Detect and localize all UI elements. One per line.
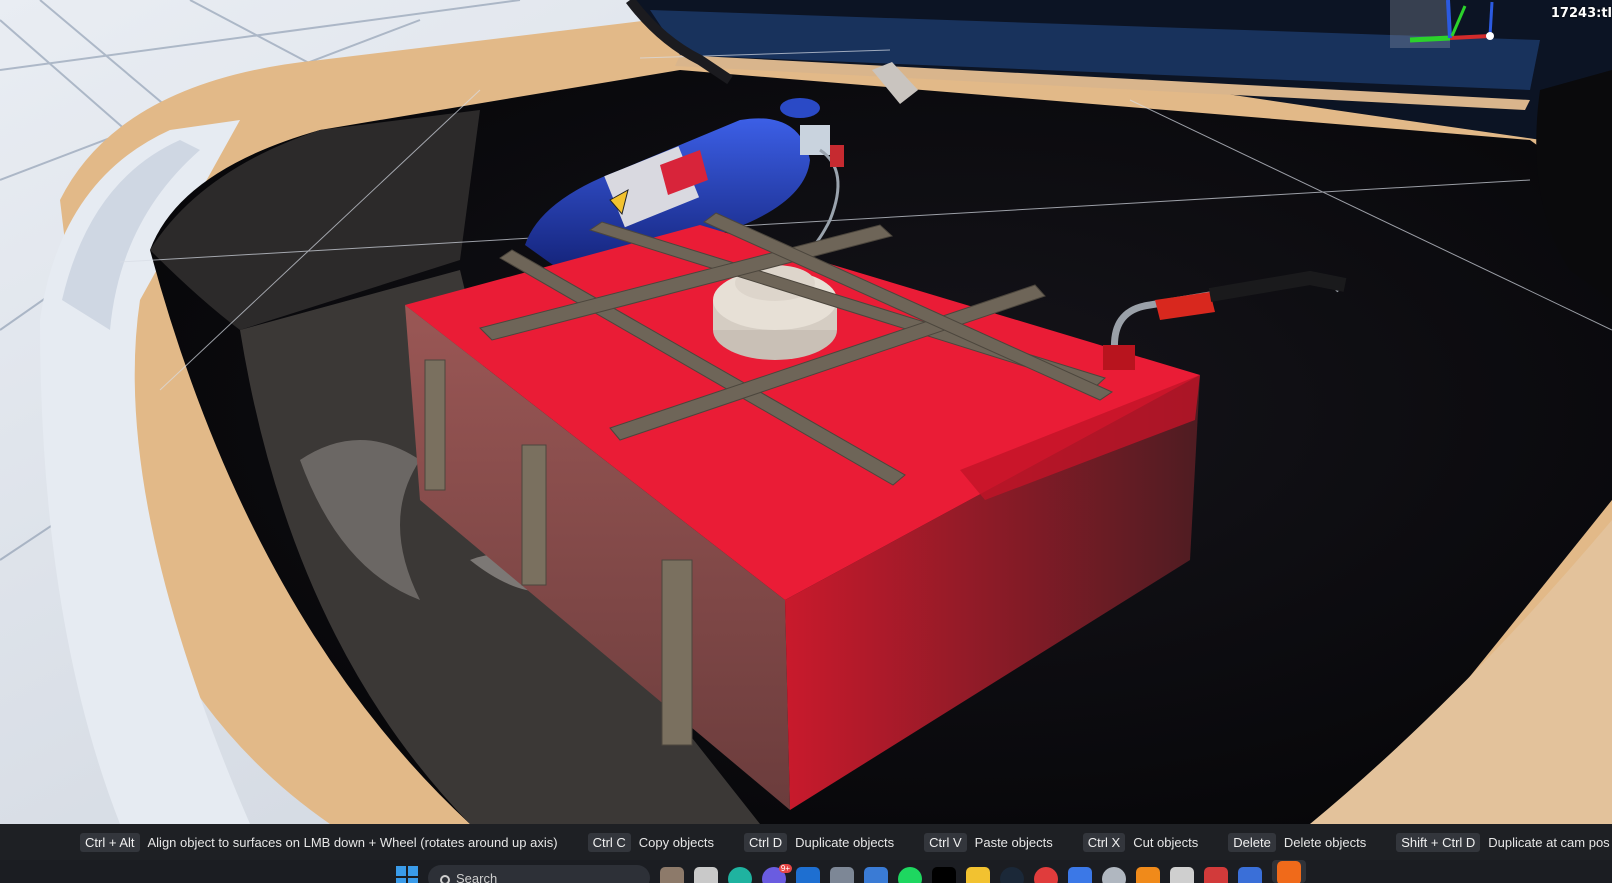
shield-app-icon[interactable] [830, 867, 854, 883]
editor-window: 17243:tl Ctrl + Alt Align object to surf… [0, 0, 1612, 883]
folder-app-icon[interactable] [966, 867, 990, 883]
hotkey-key: Shift + Ctrl D [1396, 832, 1481, 852]
3d-viewport[interactable]: 17243:tl [0, 0, 1612, 824]
file-explorer-app-icon[interactable] [694, 867, 718, 883]
active-app-icon[interactable] [1272, 860, 1306, 883]
spotify-app-icon[interactable] [898, 867, 922, 883]
active-app-glyph [1277, 860, 1301, 883]
hotkey-cut: Ctrl X Cut objects [1082, 832, 1199, 852]
hotkey-action: Align object to surfaces on LMB down + W… [147, 834, 558, 850]
app-icon[interactable] [1238, 867, 1262, 883]
hotkey-key: Ctrl D [743, 832, 788, 852]
hotkey-key: Ctrl C [587, 832, 631, 852]
search-icon [440, 875, 450, 883]
scene-render[interactable] [0, 0, 1612, 824]
hotkey-action: Duplicate at cam pos [1488, 834, 1610, 850]
search-input[interactable]: Search [428, 865, 650, 883]
hotkey-action: Paste objects [974, 834, 1053, 850]
hotkey-action: Copy objects [638, 834, 714, 850]
hotkey-paste: Ctrl V Paste objects [924, 832, 1053, 852]
hotkey-key: Ctrl V [924, 832, 967, 852]
hotkey-hint-bar: Ctrl + Alt Align object to surfaces on L… [0, 824, 1612, 860]
notepad-app-icon[interactable] [1170, 867, 1194, 883]
hotkey-delete: Delete Delete objects [1228, 832, 1367, 852]
blender-app-icon[interactable] [1136, 867, 1160, 883]
person-icon[interactable] [660, 867, 684, 883]
taskbar: Search 9+ [0, 860, 1612, 883]
fps-counter: 17243:tl [1550, 6, 1612, 21]
hotkey-action: Cut objects [1133, 834, 1199, 850]
hotkey-duplicate: Ctrl D Duplicate objects [743, 832, 895, 852]
store-app-icon[interactable] [864, 867, 888, 883]
hotkey-duplicate-cam: Shift + Ctrl D Duplicate at cam pos [1396, 832, 1610, 852]
terminal-app-icon[interactable] [932, 867, 956, 883]
hotkey-align: Ctrl + Alt Align object to surfaces on L… [80, 832, 558, 852]
hotkey-action: Delete objects [1283, 834, 1367, 850]
notification-badge: 9+ [778, 864, 792, 873]
chrome-app-icon[interactable] [1102, 867, 1126, 883]
hotkey-copy: Ctrl C Copy objects [587, 832, 714, 852]
search-placeholder: Search [456, 870, 498, 883]
hotkey-key: Ctrl + Alt [80, 832, 140, 852]
outlook-app-icon[interactable] [796, 867, 820, 883]
game-app-icon[interactable] [1204, 867, 1228, 883]
axis-gizmo[interactable] [1390, 0, 1510, 48]
hotkey-action: Duplicate objects [795, 834, 895, 850]
chat-app-icon[interactable]: 9+ [762, 864, 792, 883]
opera-app-icon[interactable] [1034, 867, 1058, 883]
edge-app-icon[interactable] [728, 867, 752, 883]
browser-app-icon[interactable] [1068, 867, 1092, 883]
start-icon[interactable] [396, 866, 418, 883]
hotkey-key: Delete [1228, 832, 1276, 852]
steam-app-icon[interactable] [1000, 867, 1024, 883]
hotkey-key: Ctrl X [1082, 832, 1126, 852]
